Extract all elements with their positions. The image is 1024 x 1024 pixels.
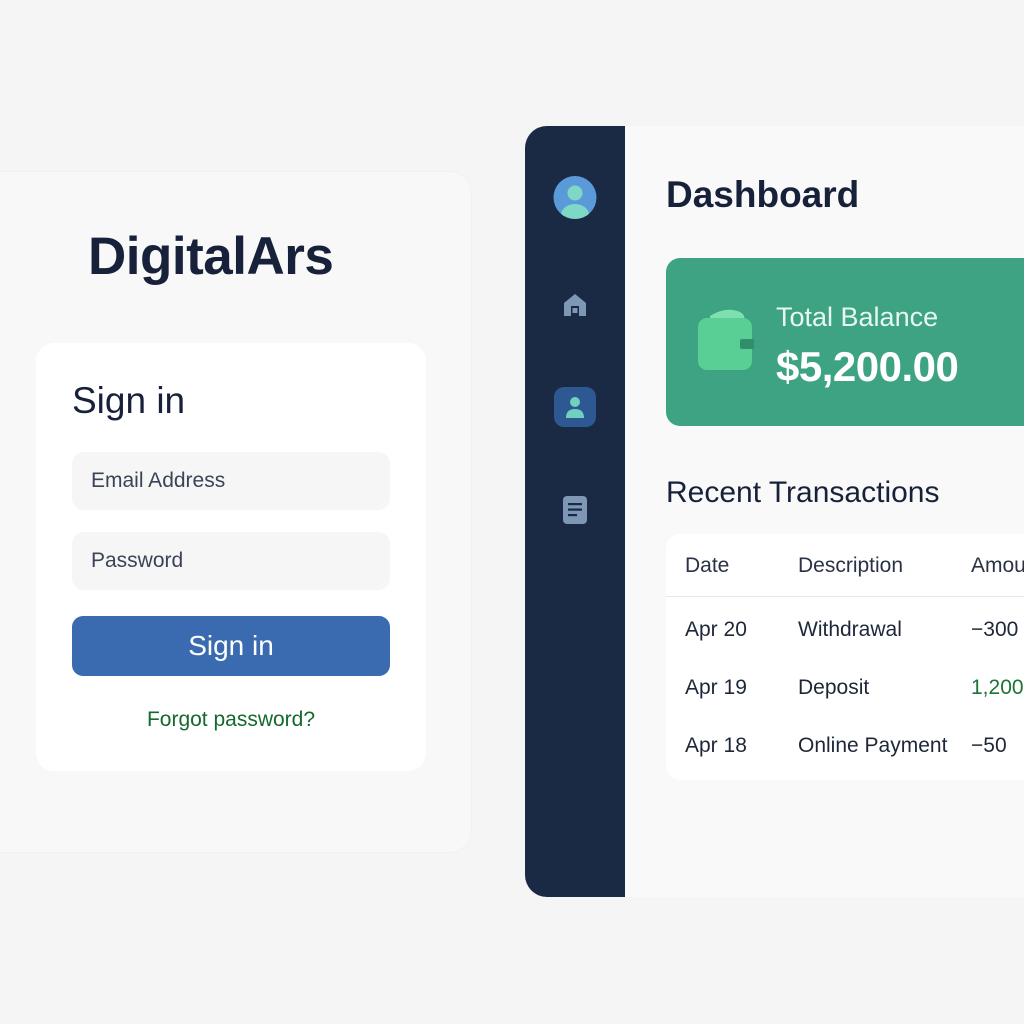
row-description: Deposit xyxy=(798,676,870,699)
wallet-icon xyxy=(698,309,754,370)
row-amount: 1,200 xyxy=(971,676,1024,699)
row-amount: −300 xyxy=(971,618,1019,641)
recent-transactions-heading: Recent Transactions xyxy=(666,476,940,509)
row-description: Withdrawal xyxy=(798,618,902,641)
avatar-icon[interactable] xyxy=(553,176,597,219)
row-date: Apr 19 xyxy=(685,676,747,699)
row-date: Apr 20 xyxy=(685,618,747,641)
home-icon[interactable] xyxy=(560,290,590,320)
sidebar xyxy=(525,126,625,897)
row-date: Apr 18 xyxy=(685,734,747,757)
balance-label: Total Balance xyxy=(776,302,939,332)
transactions-table: Date Description Amou Apr 20 Withdrawal … xyxy=(666,534,1024,780)
table-header: Date Description Amou xyxy=(666,534,1024,597)
profile-icon[interactable] xyxy=(554,387,596,427)
email-field[interactable] xyxy=(72,452,390,510)
balance-card: Total Balance $5,200.00 xyxy=(666,258,1024,426)
document-icon[interactable] xyxy=(560,495,590,525)
header-description: Description xyxy=(798,554,904,577)
password-field[interactable] xyxy=(72,532,390,590)
header-date: Date xyxy=(685,554,730,577)
row-description: Online Payment xyxy=(798,734,948,757)
balance-value: $5,200.00 xyxy=(776,343,959,390)
forgot-password-link[interactable]: Forgot password? xyxy=(72,708,390,732)
signin-button[interactable]: Sign in xyxy=(72,616,390,676)
dashboard-window: Dashboard Total Balance $5,200.00 Recent… xyxy=(525,126,1024,897)
row-amount: −50 xyxy=(971,734,1007,757)
page-title: Dashboard xyxy=(666,174,860,215)
signin-heading: Sign in xyxy=(72,380,186,421)
brand-logo: DigitalArs xyxy=(88,227,334,286)
header-amount: Amou xyxy=(971,554,1024,577)
